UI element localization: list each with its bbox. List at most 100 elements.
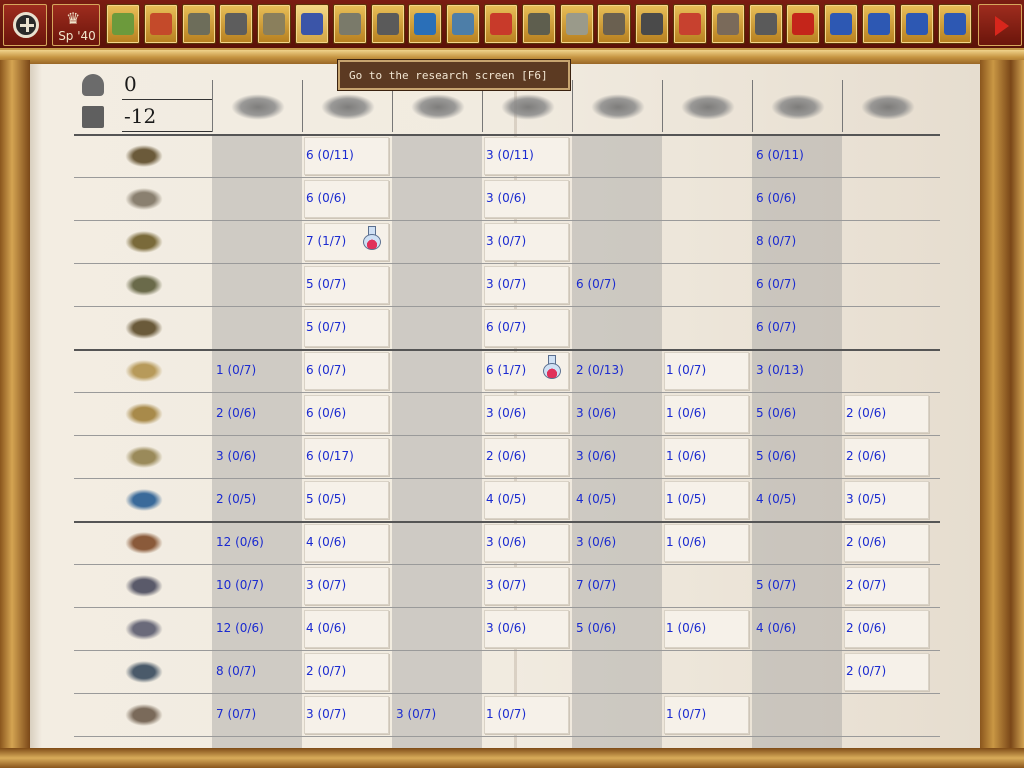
research-cell[interactable]: 1 (0/6) — [662, 522, 752, 565]
unit-row-battleship[interactable] — [74, 565, 212, 608]
research-cell[interactable]: 6 (0/6) — [302, 393, 392, 436]
research-cell[interactable]: 2 (0/6) — [842, 393, 932, 436]
unit-row-submarine[interactable] — [74, 651, 212, 694]
research-cell[interactable]: 6 (0/7) — [572, 264, 662, 307]
unit-row-artillery[interactable] — [74, 264, 212, 307]
research-cell[interactable]: 7 (0/7) — [572, 565, 662, 608]
research-cell[interactable]: 3 (0/6) — [572, 522, 662, 565]
research-cell[interactable]: 3 (0/6) — [482, 393, 572, 436]
toolbar-button-soldiers[interactable] — [597, 4, 632, 44]
research-cell[interactable]: 6 (0/7) — [302, 350, 392, 393]
research-cell[interactable]: 10 (0/7) — [212, 565, 302, 608]
toolbar-button-document-edit[interactable] — [862, 4, 896, 44]
research-cell[interactable]: 6 (0/11) — [752, 135, 842, 178]
research-cell[interactable]: 4 (0/6) — [302, 522, 392, 565]
unit-row-transport-ship[interactable] — [74, 694, 212, 737]
next-turn-button[interactable] — [978, 4, 1022, 46]
research-cell[interactable]: 3 (0/7) — [482, 264, 572, 307]
research-cell[interactable]: 3 (0/13) — [752, 350, 842, 393]
research-cell[interactable]: 3 (0/6) — [482, 178, 572, 221]
research-cell[interactable]: 2 (0/7) — [302, 651, 392, 694]
toolbar-button-map[interactable] — [106, 4, 140, 44]
research-cell[interactable]: 3 (0/7) — [392, 694, 482, 737]
research-cell[interactable]: 2 (0/5) — [212, 479, 302, 522]
toolbar-button-exit[interactable] — [937, 4, 972, 44]
toolbar-button-factory[interactable] — [332, 4, 367, 44]
research-cell[interactable]: 3 (0/7) — [482, 565, 572, 608]
unit-row-infantry[interactable] — [74, 135, 212, 178]
research-cell[interactable]: 2 (0/6) — [482, 436, 572, 479]
toolbar-button-research[interactable] — [295, 4, 329, 44]
unit-row-fighter[interactable] — [74, 350, 212, 393]
research-cell[interactable]: 4 (0/6) — [302, 608, 392, 651]
research-cell[interactable]: 8 (0/7) — [212, 651, 302, 694]
toolbar-button-helmet[interactable] — [181, 4, 216, 44]
toolbar-button-pie-chart[interactable] — [673, 4, 707, 44]
research-cell[interactable]: 1 (0/6) — [662, 608, 752, 651]
toolbar-button-grid-add[interactable] — [710, 4, 745, 44]
research-cell[interactable]: 4 (0/5) — [482, 479, 572, 522]
research-cell[interactable]: 12 (0/6) — [212, 608, 302, 651]
research-cell[interactable]: 1 (0/7) — [662, 694, 752, 737]
unit-row-anti-aircraft[interactable] — [74, 307, 212, 350]
main-menu-button[interactable] — [3, 4, 47, 46]
research-cell[interactable]: 5 (0/6) — [572, 608, 662, 651]
research-cell[interactable]: 6 (0/11) — [302, 135, 392, 178]
research-cell[interactable]: 1 (0/6) — [662, 436, 752, 479]
toolbar-button-tank[interactable] — [521, 4, 556, 44]
research-cell[interactable]: 5 (0/7) — [302, 264, 392, 307]
research-cell[interactable]: 5 (0/6) — [752, 436, 842, 479]
research-cell[interactable]: 6 (0/6) — [302, 178, 392, 221]
research-cell[interactable]: 4 (0/6) — [752, 608, 842, 651]
research-cell[interactable]: 6 (0/6) — [752, 178, 842, 221]
toolbar-button-rewind[interactable] — [786, 4, 821, 44]
research-cell[interactable]: 2 (0/13) — [572, 350, 662, 393]
toolbar-button-tools[interactable] — [370, 4, 405, 44]
research-cell[interactable]: 2 (0/6) — [842, 436, 932, 479]
research-cell[interactable]: 2 (0/6) — [842, 522, 932, 565]
research-cell[interactable]: 4 (0/5) — [752, 479, 842, 522]
research-cell[interactable]: 2 (0/6) — [212, 393, 302, 436]
unit-row-tank[interactable] — [74, 221, 212, 264]
research-cell[interactable]: 8 (0/7) — [752, 221, 842, 264]
toolbar-button-globe[interactable] — [408, 4, 443, 44]
toolbar-button-flag[interactable] — [484, 4, 518, 44]
research-cell[interactable]: 5 (0/7) — [752, 565, 842, 608]
research-cell[interactable]: 1 (0/6) — [662, 393, 752, 436]
research-cell[interactable]: 1 (0/5) — [662, 479, 752, 522]
toolbar-button-document[interactable] — [824, 4, 859, 44]
research-cell[interactable]: 1 (0/7) — [662, 350, 752, 393]
unit-row-carrier[interactable] — [74, 522, 212, 565]
season-button[interactable]: ♛ Sp '40 — [52, 4, 100, 46]
toolbar-button-rail[interactable] — [635, 4, 670, 44]
research-cell[interactable]: 12 (0/6) — [212, 522, 302, 565]
research-cell[interactable]: 6 (0/7) — [752, 264, 842, 307]
toolbar-button-grid[interactable] — [748, 4, 783, 44]
toolbar-button-buildings[interactable] — [257, 4, 292, 44]
research-cell[interactable]: 3 (0/6) — [572, 436, 662, 479]
research-cell[interactable]: 1 (0/7) — [482, 694, 572, 737]
research-cell[interactable]: 3 (0/7) — [302, 694, 392, 737]
research-cell[interactable]: 3 (0/6) — [482, 608, 572, 651]
research-cell[interactable]: 4 (0/5) — [572, 479, 662, 522]
research-cell[interactable]: 3 (0/6) — [482, 522, 572, 565]
unit-row-bomber[interactable] — [74, 436, 212, 479]
research-cell[interactable]: 7 (0/7) — [212, 694, 302, 737]
toolbar-button-settings-fire[interactable] — [143, 4, 178, 44]
research-cell[interactable]: 3 (0/6) — [572, 393, 662, 436]
research-cell[interactable]: 2 (0/7) — [842, 651, 932, 694]
toolbar-button-diplomacy[interactable] — [446, 4, 481, 44]
research-cell[interactable]: 2 (0/7) — [842, 565, 932, 608]
research-cell[interactable]: 5 (0/5) — [302, 479, 392, 522]
research-cell[interactable]: 3 (0/7) — [482, 221, 572, 264]
research-cell[interactable]: 6 (0/7) — [752, 307, 842, 350]
research-cell[interactable]: 3 (0/5) — [842, 479, 932, 522]
research-cell[interactable]: 3 (0/6) — [212, 436, 302, 479]
unit-row-cruiser[interactable] — [74, 608, 212, 651]
unit-row-dive-bomber[interactable] — [74, 393, 212, 436]
toolbar-button-bunker[interactable] — [559, 4, 594, 44]
research-cell[interactable]: 3 (0/7) — [302, 565, 392, 608]
unit-row-heavy-bomber[interactable] — [74, 479, 212, 522]
research-cell[interactable]: 3 (0/11) — [482, 135, 572, 178]
research-cell[interactable]: 1 (0/7) — [212, 350, 302, 393]
